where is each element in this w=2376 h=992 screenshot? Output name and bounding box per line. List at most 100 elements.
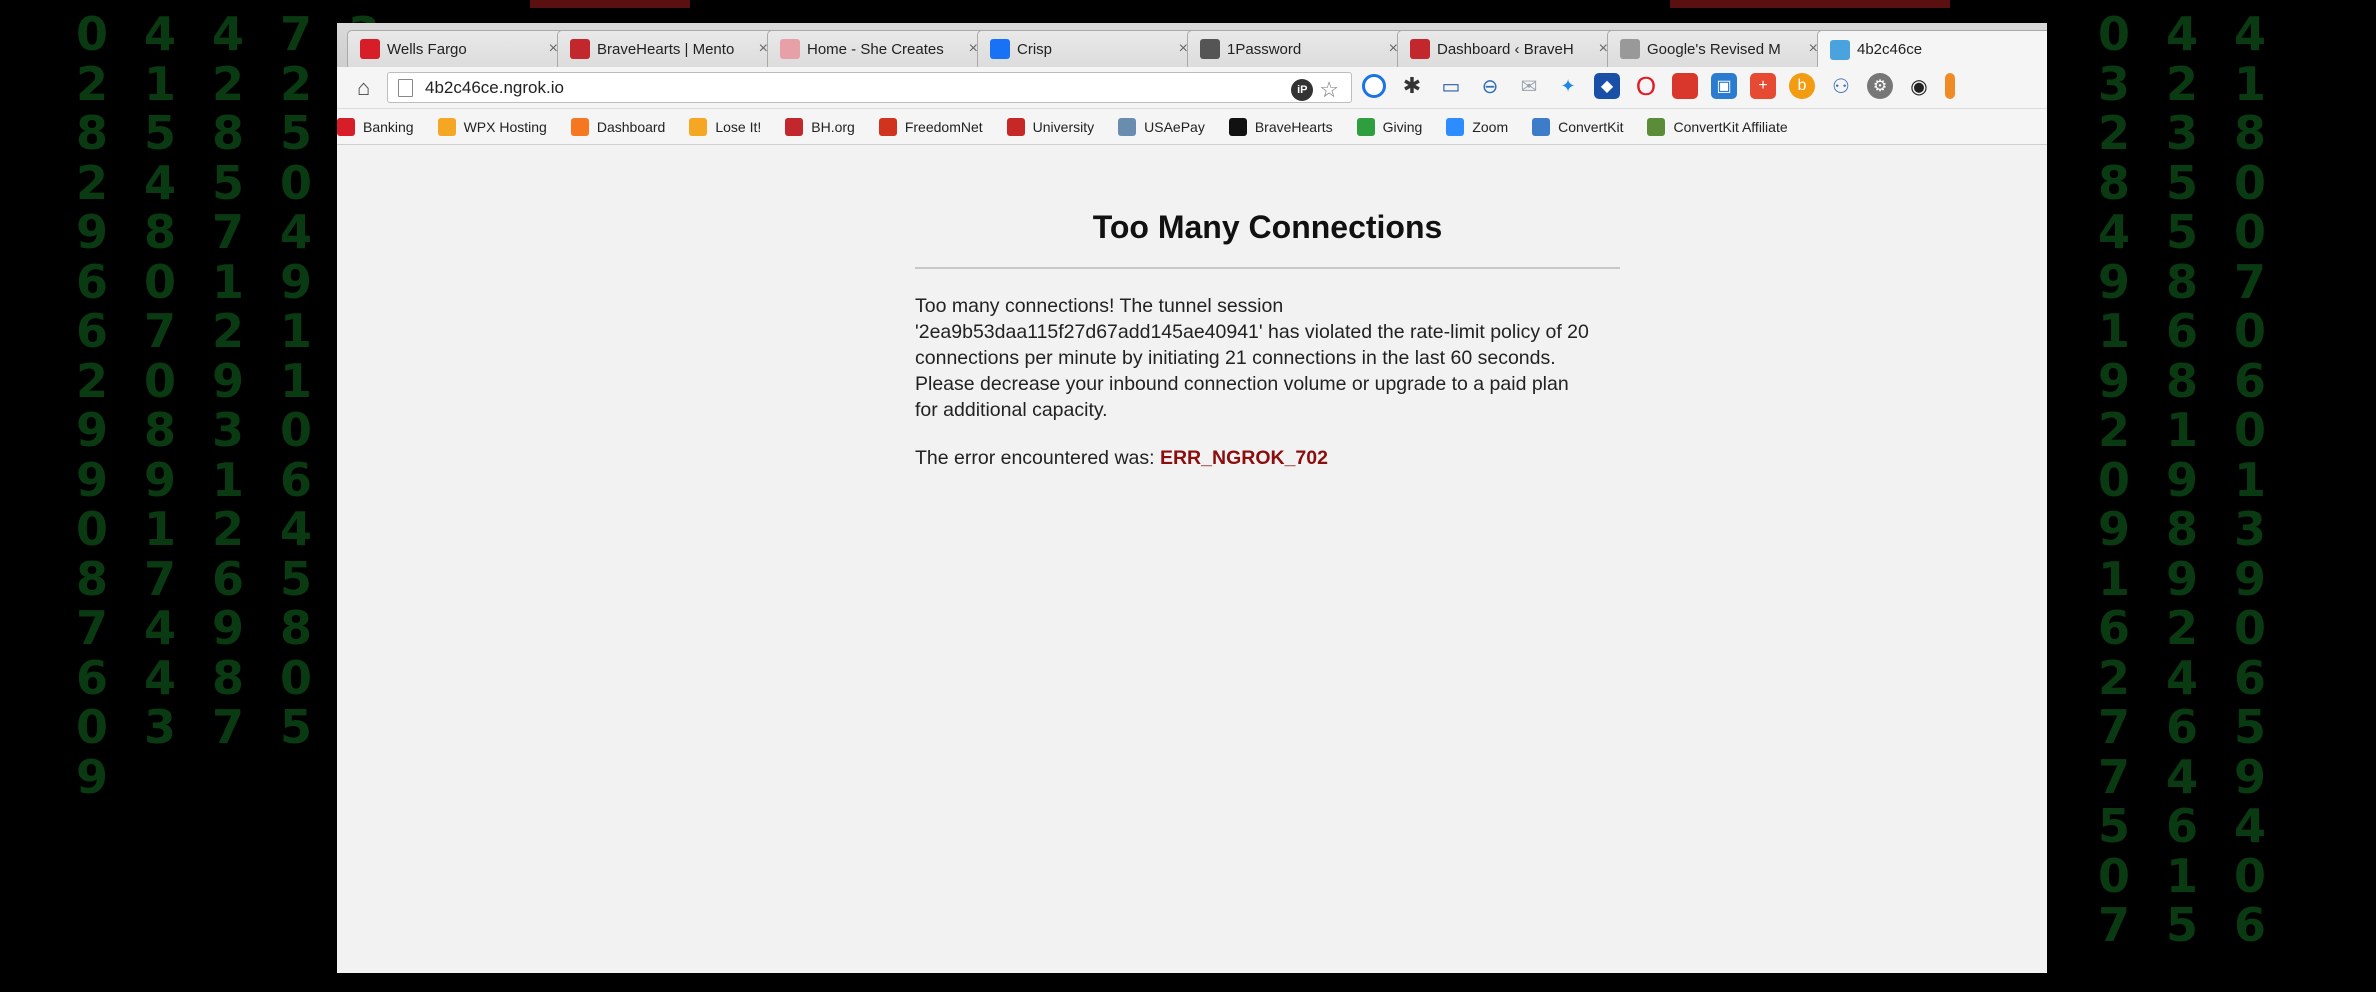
1password-icon (1200, 39, 1220, 59)
bookmark-label: WPX Hosting (463, 118, 547, 135)
extension-icon[interactable]: + (1750, 73, 1776, 99)
matrix-digit: 1 (2097, 304, 2130, 358)
matrix-digit: 1 (2165, 848, 2198, 903)
tab[interactable]: Home - She Creates × (767, 30, 989, 67)
tab[interactable]: Google's Revised M × (1607, 30, 1829, 67)
bookmark-label: Dashboard (596, 118, 666, 135)
she-creates-icon (780, 39, 800, 59)
matrix-digit: 4 (143, 601, 176, 655)
page-icon (1620, 39, 1640, 59)
extension-icon[interactable] (1945, 73, 1955, 99)
matrix-digit: 5 (279, 551, 312, 606)
matrix-digit: 9 (279, 254, 312, 309)
bookmark-item[interactable]: Giving (1356, 117, 1422, 136)
extension-icon[interactable]: ⊖ (1477, 73, 1503, 99)
convertkit-affiliate-icon (1647, 117, 1666, 136)
matrix-digit: 0 (75, 7, 108, 61)
matrix-digit: 9 (75, 749, 108, 804)
eye-icon[interactable]: ◉ (1906, 73, 1932, 99)
matrix-digit: 9 (2165, 551, 2198, 606)
extension-icon[interactable]: ⚙ (1867, 73, 1893, 99)
extension-icon[interactable]: b (1789, 73, 1815, 99)
bookmark-item[interactable]: University (1006, 117, 1095, 136)
extension-icon[interactable]: ✦ (1555, 73, 1581, 99)
extension-icon[interactable]: ▣ (1711, 73, 1737, 99)
extension-icon[interactable]: ◆ (1594, 73, 1620, 99)
convertkit-icon (1532, 117, 1551, 136)
matrix-digit: 0 (2097, 848, 2130, 903)
extension-icon[interactable]: ✱ (1399, 73, 1425, 99)
matrix-digit: 1 (2233, 56, 2266, 111)
extension-icon[interactable]: ⚇ (1828, 73, 1854, 99)
tab-title: Wells Fargo (387, 40, 467, 58)
password-manager-icon[interactable]: iP (1291, 79, 1314, 101)
matrix-digit: 1 (2097, 551, 2130, 606)
matrix-digit: 0 (2097, 7, 2130, 61)
matrix-digit: 4 (2233, 7, 2266, 61)
extension-icon[interactable] (1362, 74, 1386, 98)
home-icon[interactable]: ⌂ (357, 75, 370, 101)
matrix-digit: 7 (2233, 254, 2266, 309)
matrix-digit: 8 (211, 650, 244, 705)
matrix-digit: 4 (143, 650, 176, 705)
matrix-digit: 3 (143, 700, 176, 754)
tab-title: Dashboard ‹ BraveH (1437, 40, 1574, 58)
error-message: Too many connections! The tunnel session… (915, 295, 1589, 421)
tab[interactable]: 4b2c46ce (1817, 30, 2047, 68)
extension-icon[interactable]: ▭ (1438, 73, 1464, 99)
top-red-strip (530, 0, 690, 8)
matrix-digits-right: 0443212388504509871609862100919831996202… (2080, 7, 2284, 952)
matrix-digit: 2 (75, 56, 108, 111)
extension-icon[interactable] (1672, 73, 1698, 99)
bookmark-item[interactable]: BraveHearts (1228, 117, 1333, 136)
page-content: Too Many Connections Too many connection… (337, 145, 2047, 973)
matrix-digit: 9 (143, 452, 176, 507)
matrix-digit: 6 (2165, 304, 2198, 358)
matrix-digit: 4 (279, 502, 312, 556)
mail-icon[interactable]: ✉ (1516, 73, 1542, 99)
hubspot-icon (570, 117, 589, 136)
matrix-digit: 2 (75, 155, 108, 210)
opera-icon[interactable]: O (1633, 71, 1659, 101)
page-icon (398, 78, 413, 97)
matrix-digit: 2 (2165, 601, 2198, 655)
matrix-digit: 0 (279, 650, 312, 705)
bookmark-item[interactable]: Dashboard (570, 117, 666, 136)
bravehearts-icon (785, 117, 804, 136)
tab[interactable]: 1Password × (1187, 30, 1409, 67)
matrix-digit: 3 (2165, 106, 2198, 160)
bookmark-item[interactable]: ConvertKit Affiliate (1647, 117, 1788, 136)
tab[interactable]: BraveHearts | Mento × (557, 30, 779, 67)
matrix-digit: 5 (2165, 898, 2198, 952)
tab[interactable]: Crisp × (977, 30, 1199, 67)
address-bar[interactable]: 4b2c46ce.ngrok.io iP ☆ (387, 72, 1352, 103)
matrix-digit: 4 (2097, 205, 2130, 259)
matrix-digit: 1 (279, 353, 312, 408)
bookmark-item[interactable]: USAePay (1118, 117, 1205, 136)
bookmark-item[interactable]: WPX Hosting (437, 117, 547, 136)
bookmark-star-icon[interactable]: ☆ (1319, 77, 1339, 103)
bookmark-label: University (1032, 118, 1095, 135)
tab[interactable]: Dashboard ‹ BraveH × (1397, 30, 1619, 67)
bookmark-item[interactable]: Lose It! (689, 117, 762, 136)
bookmark-label: Zoom (1472, 118, 1509, 135)
bookmark-item[interactable]: Banking (337, 117, 414, 136)
matrix-digit: 2 (75, 353, 108, 408)
matrix-digit: 0 (2233, 601, 2266, 655)
matrix-digit: 5 (2233, 700, 2266, 754)
error-panel: Too Many Connections Too many connection… (915, 145, 1620, 471)
matrix-digit: 0 (75, 700, 108, 754)
bookmark-label: Lose It! (715, 118, 762, 135)
matrix-digit: 9 (75, 205, 108, 259)
bookmark-item[interactable]: BH.org (785, 117, 855, 136)
tab[interactable]: Wells Fargo × (347, 30, 569, 67)
matrix-digit: 7 (143, 304, 176, 358)
matrix-digit: 4 (211, 7, 244, 61)
bookmark-item[interactable]: ConvertKit (1532, 117, 1623, 136)
bookmark-item[interactable]: Zoom (1446, 117, 1509, 136)
matrix-digit: 8 (2165, 254, 2198, 309)
error-prefix: The error encountered was: (915, 447, 1160, 469)
bookmark-label: USAePay (1144, 118, 1205, 135)
bookmark-item[interactable]: FreedomNet (878, 117, 983, 136)
matrix-digit: 5 (279, 106, 312, 160)
